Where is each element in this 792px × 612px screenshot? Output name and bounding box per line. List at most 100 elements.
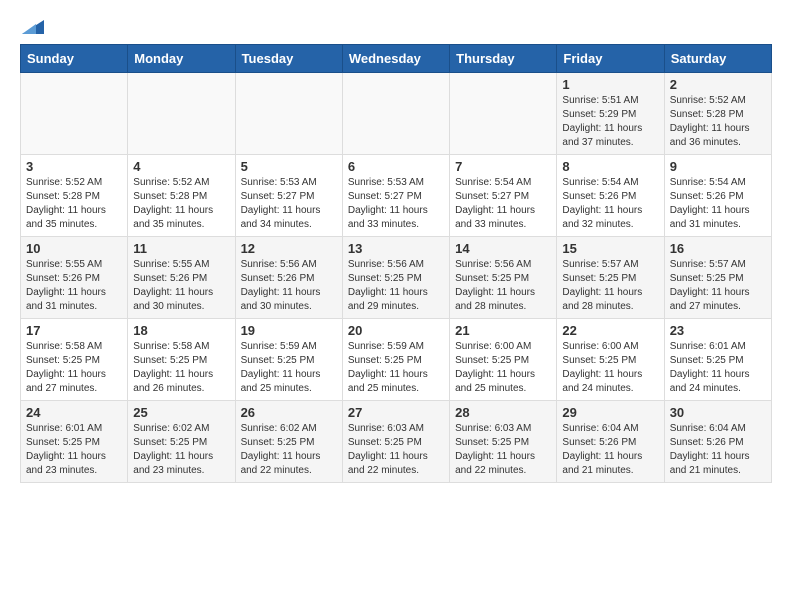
calendar-day-cell: 1Sunrise: 5:51 AM Sunset: 5:29 PM Daylig… bbox=[557, 73, 664, 155]
day-info: Sunrise: 5:55 AM Sunset: 5:26 PM Dayligh… bbox=[26, 258, 122, 314]
day-number: 1 bbox=[562, 77, 658, 92]
day-info: Sunrise: 5:53 AM Sunset: 5:27 PM Dayligh… bbox=[241, 176, 337, 232]
calendar-week-row: 1Sunrise: 5:51 AM Sunset: 5:29 PM Daylig… bbox=[21, 73, 772, 155]
day-info: Sunrise: 6:02 AM Sunset: 5:25 PM Dayligh… bbox=[241, 422, 337, 478]
calendar-day-cell: 12 Sunrise: 5:56 AM Sunset: 5:26 PM Dayli… bbox=[235, 237, 342, 319]
calendar-day-cell: 13 Sunrise: 5:56 AM Sunset: 5:25 PM Dayli… bbox=[342, 237, 449, 319]
day-info: Sunrise: 5:52 AM Sunset: 5:28 PM Dayligh… bbox=[26, 176, 122, 232]
day-number: 4 bbox=[133, 159, 229, 174]
calendar-day-cell: 6Sunrise: 5:53 AM Sunset: 5:27 PM Daylig… bbox=[342, 155, 449, 237]
weekday-header: Tuesday bbox=[235, 45, 342, 73]
calendar-day-cell: 19 Sunrise: 5:59 AM Sunset: 5:25 PM Dayli… bbox=[235, 319, 342, 401]
header bbox=[20, 16, 772, 34]
day-info: Sunrise: 5:53 AM Sunset: 5:27 PM Dayligh… bbox=[348, 176, 444, 232]
calendar-day-cell: 4 Sunrise: 5:52 AM Sunset: 5:28 PM Daylig… bbox=[128, 155, 235, 237]
calendar-day-cell: 10 Sunrise: 5:55 AM Sunset: 5:26 PM Dayli… bbox=[21, 237, 128, 319]
day-number: 19 bbox=[241, 323, 337, 338]
day-number: 13 bbox=[348, 241, 444, 256]
day-info: Sunrise: 5:54 AM Sunset: 5:26 PM Dayligh… bbox=[562, 176, 658, 232]
day-number: 28 bbox=[455, 405, 551, 420]
calendar-day-cell: 14 Sunrise: 5:56 AM Sunset: 5:25 PM Dayli… bbox=[450, 237, 557, 319]
day-info: Sunrise: 5:56 AM Sunset: 5:26 PM Dayligh… bbox=[241, 258, 337, 314]
day-number: 27 bbox=[348, 405, 444, 420]
calendar-day-cell: 23 Sunrise: 6:01 AM Sunset: 5:25 PM Dayli… bbox=[664, 319, 771, 401]
weekday-header: Saturday bbox=[664, 45, 771, 73]
calendar-day-cell: 18Sunrise: 5:58 AM Sunset: 5:25 PM Dayli… bbox=[128, 319, 235, 401]
calendar-day-cell bbox=[342, 73, 449, 155]
calendar-day-cell: 11 Sunrise: 5:55 AM Sunset: 5:26 PM Dayli… bbox=[128, 237, 235, 319]
day-number: 10 bbox=[26, 241, 122, 256]
day-info: Sunrise: 5:54 AM Sunset: 5:26 PM Dayligh… bbox=[670, 176, 766, 232]
day-number: 3 bbox=[26, 159, 122, 174]
day-info: Sunrise: 5:56 AM Sunset: 5:25 PM Dayligh… bbox=[348, 258, 444, 314]
weekday-header: Monday bbox=[128, 45, 235, 73]
calendar-day-cell: 22 Sunrise: 6:00 AM Sunset: 5:25 PM Dayli… bbox=[557, 319, 664, 401]
day-number: 20 bbox=[348, 323, 444, 338]
day-info: Sunrise: 5:57 AM Sunset: 5:25 PM Dayligh… bbox=[670, 258, 766, 314]
day-number: 23 bbox=[670, 323, 766, 338]
day-number: 16 bbox=[670, 241, 766, 256]
calendar-week-row: 3 Sunrise: 5:52 AM Sunset: 5:28 PM Daylig… bbox=[21, 155, 772, 237]
day-info: Sunrise: 6:02 AM Sunset: 5:25 PM Dayligh… bbox=[133, 422, 229, 478]
day-number: 15 bbox=[562, 241, 658, 256]
weekday-header: Thursday bbox=[450, 45, 557, 73]
day-number: 25 bbox=[133, 405, 229, 420]
day-number: 21 bbox=[455, 323, 551, 338]
calendar-day-cell: 16 Sunrise: 5:57 AM Sunset: 5:25 PM Dayli… bbox=[664, 237, 771, 319]
day-info: Sunrise: 5:58 AM Sunset: 5:25 PM Dayligh… bbox=[26, 340, 122, 396]
calendar-table: SundayMondayTuesdayWednesdayThursdayFrid… bbox=[20, 44, 772, 483]
calendar-day-cell: 15 Sunrise: 5:57 AM Sunset: 5:25 PM Dayli… bbox=[557, 237, 664, 319]
day-number: 11 bbox=[133, 241, 229, 256]
day-number: 14 bbox=[455, 241, 551, 256]
calendar-day-cell: 9Sunrise: 5:54 AM Sunset: 5:26 PM Daylig… bbox=[664, 155, 771, 237]
day-info: Sunrise: 5:57 AM Sunset: 5:25 PM Dayligh… bbox=[562, 258, 658, 314]
day-number: 12 bbox=[241, 241, 337, 256]
day-info: Sunrise: 5:54 AM Sunset: 5:27 PM Dayligh… bbox=[455, 176, 551, 232]
weekday-header: Sunday bbox=[21, 45, 128, 73]
calendar-day-cell: 3 Sunrise: 5:52 AM Sunset: 5:28 PM Daylig… bbox=[21, 155, 128, 237]
calendar-day-cell: 7 Sunrise: 5:54 AM Sunset: 5:27 PM Daylig… bbox=[450, 155, 557, 237]
calendar-day-cell: 29 Sunrise: 6:04 AM Sunset: 5:26 PM Dayli… bbox=[557, 401, 664, 483]
weekday-header: Friday bbox=[557, 45, 664, 73]
calendar-day-cell: 25 Sunrise: 6:02 AM Sunset: 5:25 PM Dayli… bbox=[128, 401, 235, 483]
day-number: 17 bbox=[26, 323, 122, 338]
calendar-week-row: 17 Sunrise: 5:58 AM Sunset: 5:25 PM Dayli… bbox=[21, 319, 772, 401]
calendar-day-cell: 24Sunrise: 6:01 AM Sunset: 5:25 PM Dayli… bbox=[21, 401, 128, 483]
day-number: 7 bbox=[455, 159, 551, 174]
logo bbox=[20, 16, 44, 34]
calendar-day-cell: 27 Sunrise: 6:03 AM Sunset: 5:25 PM Dayli… bbox=[342, 401, 449, 483]
day-info: Sunrise: 5:55 AM Sunset: 5:26 PM Dayligh… bbox=[133, 258, 229, 314]
calendar-day-cell bbox=[450, 73, 557, 155]
day-info: Sunrise: 5:59 AM Sunset: 5:25 PM Dayligh… bbox=[348, 340, 444, 396]
day-number: 2 bbox=[670, 77, 766, 92]
calendar-day-cell: 26 Sunrise: 6:02 AM Sunset: 5:25 PM Dayli… bbox=[235, 401, 342, 483]
day-info: Sunrise: 5:59 AM Sunset: 5:25 PM Dayligh… bbox=[241, 340, 337, 396]
calendar-day-cell bbox=[235, 73, 342, 155]
day-info: Sunrise: 5:56 AM Sunset: 5:25 PM Dayligh… bbox=[455, 258, 551, 314]
day-info: Sunrise: 5:58 AM Sunset: 5:25 PM Dayligh… bbox=[133, 340, 229, 396]
weekday-header: Wednesday bbox=[342, 45, 449, 73]
day-info: Sunrise: 6:01 AM Sunset: 5:25 PM Dayligh… bbox=[670, 340, 766, 396]
calendar-header-row: SundayMondayTuesdayWednesdayThursdayFrid… bbox=[21, 45, 772, 73]
calendar-week-row: 10 Sunrise: 5:55 AM Sunset: 5:26 PM Dayli… bbox=[21, 237, 772, 319]
calendar-day-cell: 8Sunrise: 5:54 AM Sunset: 5:26 PM Daylig… bbox=[557, 155, 664, 237]
day-number: 26 bbox=[241, 405, 337, 420]
day-info: Sunrise: 5:52 AM Sunset: 5:28 PM Dayligh… bbox=[133, 176, 229, 232]
day-info: Sunrise: 6:04 AM Sunset: 5:26 PM Dayligh… bbox=[562, 422, 658, 478]
day-info: Sunrise: 6:04 AM Sunset: 5:26 PM Dayligh… bbox=[670, 422, 766, 478]
day-info: Sunrise: 6:03 AM Sunset: 5:25 PM Dayligh… bbox=[348, 422, 444, 478]
calendar-day-cell: 21 Sunrise: 6:00 AM Sunset: 5:25 PM Dayli… bbox=[450, 319, 557, 401]
day-number: 5 bbox=[241, 159, 337, 174]
logo-icon bbox=[22, 16, 44, 34]
page-container: SundayMondayTuesdayWednesdayThursdayFrid… bbox=[0, 0, 792, 499]
day-info: Sunrise: 6:00 AM Sunset: 5:25 PM Dayligh… bbox=[455, 340, 551, 396]
day-info: Sunrise: 6:00 AM Sunset: 5:25 PM Dayligh… bbox=[562, 340, 658, 396]
day-info: Sunrise: 6:01 AM Sunset: 5:25 PM Dayligh… bbox=[26, 422, 122, 478]
calendar-day-cell: 2Sunrise: 5:52 AM Sunset: 5:28 PM Daylig… bbox=[664, 73, 771, 155]
calendar-day-cell: 5 Sunrise: 5:53 AM Sunset: 5:27 PM Daylig… bbox=[235, 155, 342, 237]
calendar-day-cell: 20 Sunrise: 5:59 AM Sunset: 5:25 PM Dayli… bbox=[342, 319, 449, 401]
day-number: 29 bbox=[562, 405, 658, 420]
calendar-day-cell: 17 Sunrise: 5:58 AM Sunset: 5:25 PM Dayli… bbox=[21, 319, 128, 401]
day-number: 22 bbox=[562, 323, 658, 338]
calendar-day-cell: 30Sunrise: 6:04 AM Sunset: 5:26 PM Dayli… bbox=[664, 401, 771, 483]
